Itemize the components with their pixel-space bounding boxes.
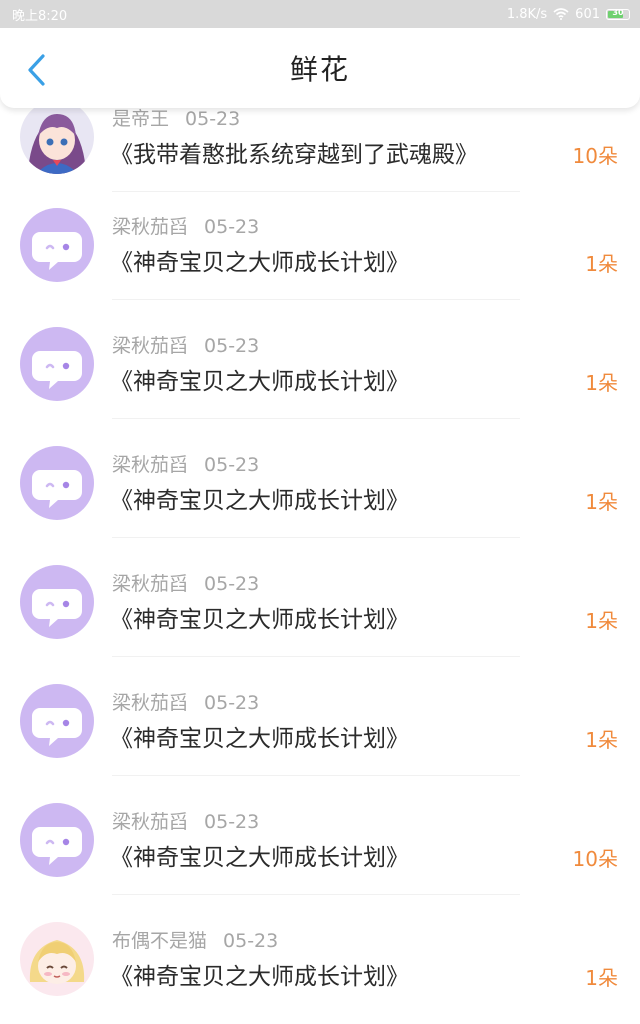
signal-strength: 601: [575, 6, 600, 22]
anime-girl-avatar-icon: [20, 922, 94, 996]
chevron-left-icon: [28, 54, 45, 86]
flower-count: 1朵: [585, 252, 618, 276]
item-date: 05-23: [204, 216, 260, 238]
status-time: 晚上8:20: [12, 8, 68, 24]
status-indicators: 1.8K/s 601 30: [507, 7, 630, 22]
flower-count: 1朵: [585, 371, 618, 395]
item-date: 05-23: [223, 930, 279, 952]
back-button[interactable]: [18, 52, 54, 88]
battery-level: 30: [612, 7, 624, 17]
avatar[interactable]: [20, 922, 94, 996]
avatar[interactable]: [20, 446, 94, 520]
user-name: 梁秋茄舀: [112, 454, 189, 476]
flower-count: 1朵: [585, 728, 618, 752]
item-meta: 梁秋茄舀 05-23: [112, 212, 260, 238]
chat-bubble-icon: [32, 470, 82, 508]
avatar[interactable]: [20, 684, 94, 758]
net-speed: 1.8K/s: [506, 6, 548, 22]
book-title[interactable]: 《神奇宝贝之大师成长计划》: [110, 719, 409, 753]
item-date: 05-23: [204, 811, 260, 833]
user-name: 梁秋茄舀: [112, 216, 189, 238]
avatar[interactable]: [20, 208, 94, 282]
book-title[interactable]: 《神奇宝贝之大师成长计划》: [110, 838, 409, 872]
list-item[interactable]: 梁秋茄舀 05-23 《神奇宝贝之大师成长计划》 1朵: [0, 419, 640, 538]
item-date: 05-23: [204, 454, 260, 476]
book-title[interactable]: 《神奇宝贝之大师成长计划》: [110, 957, 409, 991]
flower-count: 1朵: [585, 609, 618, 633]
book-title[interactable]: 《神奇宝贝之大师成长计划》: [110, 362, 409, 396]
item-date: 05-23: [204, 335, 260, 357]
item-meta: 梁秋茄舀 05-23: [112, 331, 260, 357]
user-name: 梁秋茄舀: [112, 573, 189, 595]
item-meta: 梁秋茄舀 05-23: [112, 688, 260, 714]
chat-bubble-icon: [32, 589, 82, 627]
battery-icon: 30: [606, 7, 630, 20]
flower-count: 10朵: [572, 847, 618, 871]
item-date: 05-23: [185, 108, 241, 130]
list-item[interactable]: 梁秋茄舀 05-23 《神奇宝贝之大师成长计划》 1朵: [0, 300, 640, 419]
flower-count: 1朵: [585, 490, 618, 514]
item-date: 05-23: [204, 573, 260, 595]
chat-bubble-icon: [32, 232, 82, 270]
list-item[interactable]: 梁秋茄舀 05-23 《神奇宝贝之大师成长计划》 1朵: [0, 181, 640, 300]
item-meta: 梁秋茄舀 05-23: [112, 807, 260, 833]
book-title[interactable]: 《神奇宝贝之大师成长计划》: [110, 600, 409, 634]
list-item[interactable]: 布偶不是猫 05-23 《神奇宝贝之大师成长计划》 1朵: [0, 895, 640, 1014]
item-meta: 梁秋茄舀 05-23: [112, 450, 260, 476]
avatar[interactable]: [20, 803, 94, 877]
chat-bubble-icon: [32, 827, 82, 865]
user-name: 布偶不是猫: [112, 930, 208, 952]
top-nav-bar: 鲜花: [0, 28, 640, 108]
item-date: 05-23: [204, 692, 260, 714]
flower-count: 1朵: [585, 966, 618, 990]
book-title[interactable]: 《我带着憨批系统穿越到了武魂殿》: [110, 135, 478, 169]
list-item[interactable]: 梁秋茄舀 05-23 《神奇宝贝之大师成长计划》 1朵: [0, 657, 640, 776]
flower-count: 10朵: [572, 144, 618, 168]
book-title[interactable]: 《神奇宝贝之大师成长计划》: [110, 243, 409, 277]
page-title: 鲜花: [289, 53, 350, 86]
user-name: 梁秋茄舀: [112, 811, 189, 833]
wifi-icon: [553, 8, 569, 20]
user-name: 是帝王: [112, 108, 170, 130]
flower-list[interactable]: 是帝王 05-23 《我带着憨批系统穿越到了武魂殿》 10朵 梁秋茄舀 05-23 …: [0, 0, 640, 1024]
avatar[interactable]: [20, 565, 94, 639]
user-name: 梁秋茄舀: [112, 692, 189, 714]
anime-girl-avatar-icon: [20, 100, 94, 174]
book-title[interactable]: 《神奇宝贝之大师成长计划》: [110, 481, 409, 515]
item-meta: 梁秋茄舀 05-23: [112, 569, 260, 595]
avatar[interactable]: [20, 327, 94, 401]
chat-bubble-icon: [32, 708, 82, 746]
avatar[interactable]: [20, 100, 94, 174]
user-name: 梁秋茄舀: [112, 335, 189, 357]
chat-bubble-icon: [32, 351, 82, 389]
list-item[interactable]: 梁秋茄舀 05-23 《神奇宝贝之大师成长计划》 1朵: [0, 538, 640, 657]
list-item[interactable]: 梁秋茄舀 05-23 《神奇宝贝之大师成长计划》 10朵: [0, 776, 640, 895]
status-bar: 晚上8:20 1.8K/s 601 30: [0, 0, 640, 28]
item-meta: 布偶不是猫 05-23: [112, 926, 279, 952]
